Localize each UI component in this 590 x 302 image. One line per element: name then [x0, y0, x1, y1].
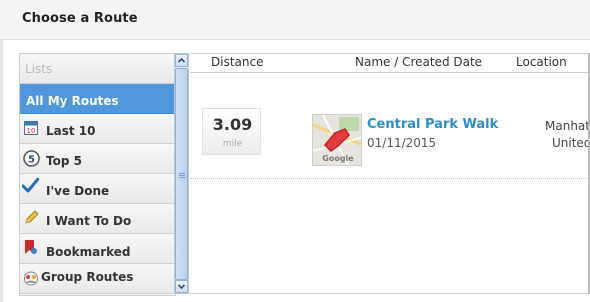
- dialog-left-edge: [0, 40, 3, 302]
- sidebar-scrollbar[interactable]: [174, 53, 189, 294]
- bookmark-icon: [24, 239, 38, 260]
- row-divider: [190, 178, 590, 179]
- scrollbar-thumb[interactable]: [175, 68, 188, 280]
- scrollbar-grip-line: [179, 173, 185, 174]
- chevron-down-icon: [177, 284, 186, 290]
- route-location-line2: United: [552, 136, 590, 150]
- scroll-down-button[interactable]: [175, 280, 188, 293]
- column-header-location[interactable]: Location: [516, 55, 567, 69]
- route-name-link[interactable]: Central Park Walk: [367, 117, 498, 132]
- checkmark-icon: [21, 177, 40, 198]
- svg-text:Google: Google: [322, 154, 354, 163]
- pencil-icon: [24, 210, 39, 229]
- number-5-icon: 5: [23, 150, 40, 171]
- sidebar-item-label: Group Routes: [41, 270, 134, 284]
- sidebar-item-label: I've Done: [46, 184, 110, 198]
- sidebar-item-label: Top 5: [46, 154, 82, 168]
- scrollbar-grip-line: [179, 175, 185, 176]
- sidebar-item-all-my-routes[interactable]: All My Routes: [20, 84, 175, 114]
- calendar-icon: 10: [24, 120, 38, 139]
- group-icon: [22, 271, 40, 290]
- sidebar-item-top-5[interactable]: 5 Top 5: [20, 144, 175, 174]
- distance-card: 3.09 mile: [202, 108, 261, 155]
- route-lists-sidebar: Lists All My Routes 10 Last 10 5 Top 5 I…: [19, 53, 176, 296]
- sidebar-header: Lists: [20, 54, 175, 84]
- sidebar-item-i-want-to-do[interactable]: I Want To Do: [20, 204, 175, 234]
- routes-table: [190, 53, 590, 294]
- dialog-titlebar: Choose a Route: [0, 0, 590, 40]
- scrollbar-grip-line: [179, 177, 185, 178]
- sidebar-item-ive-done[interactable]: I've Done: [20, 174, 175, 204]
- svg-text:5: 5: [28, 155, 35, 166]
- scroll-up-button[interactable]: [175, 54, 188, 67]
- distance-value: 3.09: [212, 115, 253, 134]
- table-header-divider: [190, 72, 590, 73]
- sidebar-item-bookmarked[interactable]: Bookmarked: [20, 234, 175, 264]
- choose-route-dialog: Choose a Route Lists All My Routes 10 La…: [0, 0, 590, 302]
- route-location-line1: Manhat: [545, 119, 590, 133]
- sidebar-item-label: Bookmarked: [46, 245, 131, 259]
- route-created-date: 01/11/2015: [367, 136, 437, 150]
- sidebar-item-last-10[interactable]: 10 Last 10: [20, 114, 175, 144]
- column-header-name[interactable]: Name / Created Date: [355, 55, 482, 69]
- sidebar-item-label: Last 10: [46, 124, 96, 138]
- sidebar-item-group-routes[interactable]: Group Routes: [20, 264, 175, 294]
- route-map-thumbnail[interactable]: Google: [312, 114, 362, 166]
- column-header-distance[interactable]: Distance: [211, 55, 263, 69]
- sidebar-item-label: All My Routes: [26, 94, 119, 108]
- svg-text:10: 10: [27, 127, 36, 135]
- chevron-up-icon: [177, 57, 186, 63]
- distance-unit: mile: [222, 139, 243, 149]
- dialog-title: Choose a Route: [22, 11, 138, 26]
- sidebar-header-label: Lists: [25, 62, 53, 76]
- sidebar-item-label: I Want To Do: [46, 214, 132, 228]
